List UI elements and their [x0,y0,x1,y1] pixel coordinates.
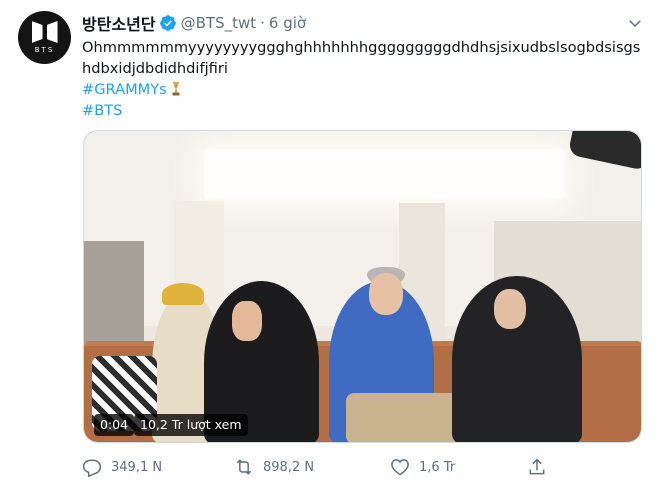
tweet-text-line-1: Ohmmmmmmyyyyyyyyggghghhhhhhhgggggggggdhd… [82,39,641,56]
retweet-count: 898,2 N [263,459,315,475]
tweet-card[interactable]: BTS 방탄소년단 @BTS_twt · 6 giờ Ohmmmmmmyyyyy… [0,0,660,490]
retweet-button[interactable]: 898,2 N [234,454,314,480]
tweet-header: 방탄소년단 @BTS_twt · 6 giờ [82,12,306,34]
separator-dot: · [260,14,265,32]
hashtag-line-2: #BTS [82,100,644,121]
video-duration-badge: 0:04 [94,414,135,436]
tweet-actions: 349,1 N 898,2 N 1,6 Tr [82,454,622,480]
reply-button[interactable]: 349,1 N [82,454,162,480]
video-person-face [369,273,403,315]
video-person-face [232,301,262,341]
display-name[interactable]: 방탄소년단 [82,11,156,35]
reply-count: 349,1 N [111,459,163,475]
retweet-icon [236,459,252,475]
hashtag-bts[interactable]: #BTS [82,102,122,119]
share-button[interactable] [527,454,556,480]
caret-down-icon[interactable] [626,14,644,32]
video-views-badge: 10,2 Tr lượt xem [134,414,248,436]
avatar[interactable]: BTS [18,11,71,64]
video-person-legs [346,393,466,442]
tweet-text-line-2: hdbxidjdbdidhdifjfiri [82,60,228,77]
grammy-trophy-icon [171,80,180,96]
like-count: 1,6 Tr [419,459,456,475]
handle[interactable]: @BTS_twt [181,14,257,32]
video-person-hat [162,283,204,305]
video-player[interactable]: 0:04 10,2 Tr lượt xem [83,130,642,443]
avatar-wordmark: BTS [34,46,55,54]
hashtag-grammys[interactable]: #GRAMMYs [82,81,167,98]
reply-icon [82,459,102,477]
video-person-face [494,289,526,329]
heart-icon [391,459,409,476]
verified-badge-icon [159,15,176,31]
like-button[interactable]: 1,6 Tr [390,454,455,480]
bts-logo-icon [32,21,58,43]
video-scene-light [204,149,564,199]
hashtag-line: #GRAMMYs [82,79,644,100]
share-icon [529,458,545,475]
timestamp[interactable]: 6 giờ [269,14,306,32]
tweet-text: Ohmmmmmmyyyyyyyyggghghhhhhhhgggggggggdhd… [82,37,644,121]
